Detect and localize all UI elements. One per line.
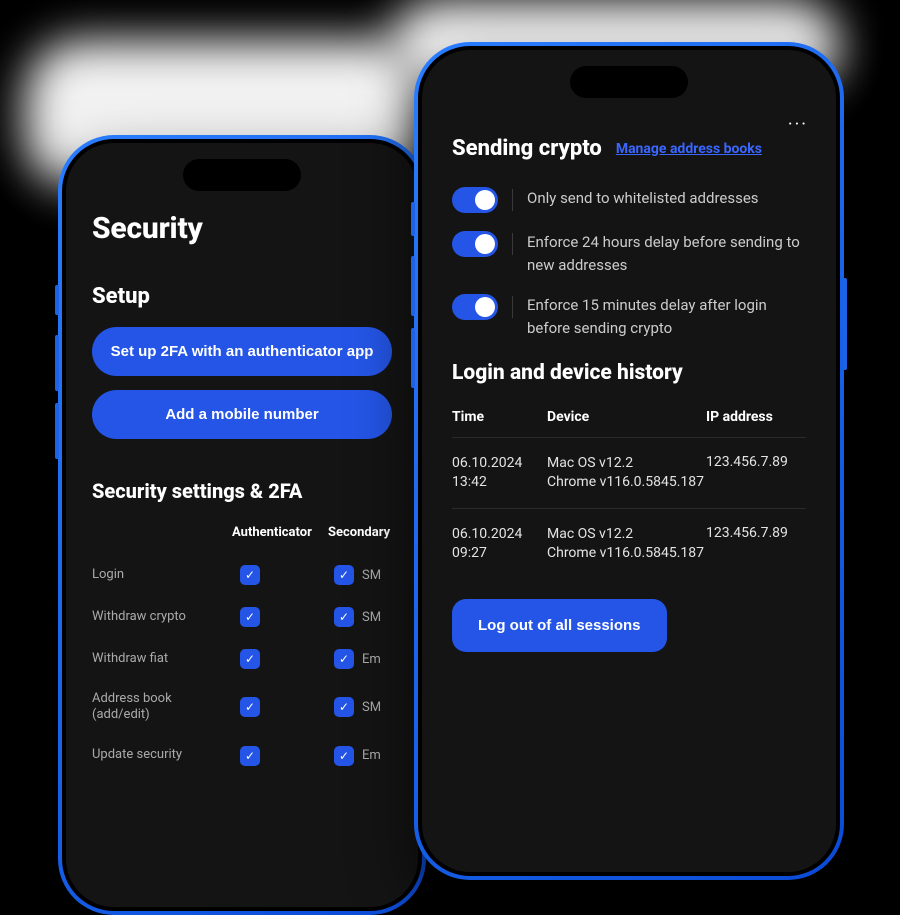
authenticator-checkbox[interactable]: ✓ (240, 697, 260, 717)
history-ip: 123.456.7.89 (706, 525, 806, 563)
secondary-checkbox[interactable]: ✓ (334, 697, 354, 717)
history-date: 06.10.2024 (452, 455, 522, 471)
row-label: Update security (92, 747, 212, 763)
toggle-label: Only send to whitelisted addresses (527, 187, 759, 210)
history-browser: Chrome v116.0.5845.187 (547, 545, 704, 561)
history-browser: Chrome v116.0.5845.187 (547, 474, 704, 490)
table-row: Update security ✓ ✓ Em (92, 735, 392, 777)
authenticator-checkbox[interactable]: ✓ (240, 746, 260, 766)
toggle-row: Enforce 24 hours delay before sending to… (452, 231, 806, 276)
authenticator-checkbox[interactable]: ✓ (240, 649, 260, 669)
secondary-method: SM (362, 568, 381, 583)
history-time: 09:27 (452, 545, 487, 561)
dynamic-island (183, 159, 301, 191)
secondary-checkbox[interactable]: ✓ (334, 649, 354, 669)
dynamic-island (570, 66, 688, 98)
add-mobile-button[interactable]: Add a mobile number (92, 390, 392, 439)
secondary-method: Em (362, 748, 381, 763)
secondary-checkbox[interactable]: ✓ (334, 565, 354, 585)
divider (512, 189, 513, 211)
section-heading-setup: Setup (92, 284, 392, 309)
col-ip: IP address (706, 409, 806, 425)
authenticator-checkbox[interactable]: ✓ (240, 565, 260, 585)
delay-15m-toggle[interactable] (452, 294, 498, 320)
history-table-header: Time Device IP address (452, 395, 806, 438)
security-settings-table: Authenticator Secondary Login ✓ ✓ SM With… (92, 525, 392, 777)
secondary-method: SM (362, 700, 381, 715)
table-row: Withdraw crypto ✓ ✓ SM (92, 596, 392, 638)
row-label: Withdraw crypto (92, 609, 212, 625)
logout-all-sessions-button[interactable]: Log out of all sessions (452, 599, 667, 652)
phone-frame-left: Security Setup Set up 2FA with an authen… (58, 135, 426, 915)
toggle-row: Enforce 15 minutes delay after login bef… (452, 294, 806, 339)
whitelist-toggle[interactable] (452, 187, 498, 213)
col-time: Time (452, 409, 547, 425)
history-row: 06.10.2024 13:42 Mac OS v12.2 Chrome v11… (452, 438, 806, 509)
secondary-checkbox[interactable]: ✓ (334, 607, 354, 627)
setup-2fa-button[interactable]: Set up 2FA with an authenticator app (92, 327, 392, 376)
table-row: Address book (add/edit) ✓ ✓ SM (92, 680, 392, 735)
history-ip: 123.456.7.89 (706, 454, 806, 492)
col-authenticator: Authenticator (212, 525, 322, 540)
secondary-method: SM (362, 610, 381, 625)
history-os: Mac OS v12.2 (547, 455, 633, 471)
secondary-checkbox[interactable]: ✓ (334, 746, 354, 766)
section-heading-settings: Security settings & 2FA (92, 479, 392, 503)
history-os: Mac OS v12.2 (547, 526, 633, 542)
delay-24h-toggle[interactable] (452, 231, 498, 257)
toggle-label: Enforce 24 hours delay before sending to… (527, 231, 806, 276)
table-row: Withdraw fiat ✓ ✓ Em (92, 638, 392, 680)
secondary-method: Em (362, 652, 381, 667)
row-label: Withdraw fiat (92, 651, 212, 667)
authenticator-checkbox[interactable]: ✓ (240, 607, 260, 627)
table-row: Login ✓ ✓ SM (92, 554, 392, 596)
toggle-row: Only send to whitelisted addresses (452, 187, 806, 213)
divider (512, 296, 513, 318)
more-icon[interactable]: ··· (788, 114, 808, 135)
row-label: Address book (add/edit) (92, 691, 212, 724)
history-time: 13:42 (452, 474, 487, 490)
col-secondary: Secondary (322, 525, 392, 540)
section-heading-sending: Sending crypto (452, 136, 602, 161)
page-title: Security (92, 211, 392, 246)
manage-address-books-link[interactable]: Manage address books (616, 141, 762, 157)
history-row: 06.10.2024 09:27 Mac OS v12.2 Chrome v11… (452, 509, 806, 579)
section-heading-history: Login and device history (452, 361, 806, 385)
toggle-label: Enforce 15 minutes delay after login bef… (527, 294, 806, 339)
phone-frame-right: ··· Sending crypto Manage address books … (414, 42, 844, 880)
col-device: Device (547, 409, 706, 425)
divider (512, 233, 513, 255)
row-label: Login (92, 567, 212, 583)
history-date: 06.10.2024 (452, 526, 522, 542)
